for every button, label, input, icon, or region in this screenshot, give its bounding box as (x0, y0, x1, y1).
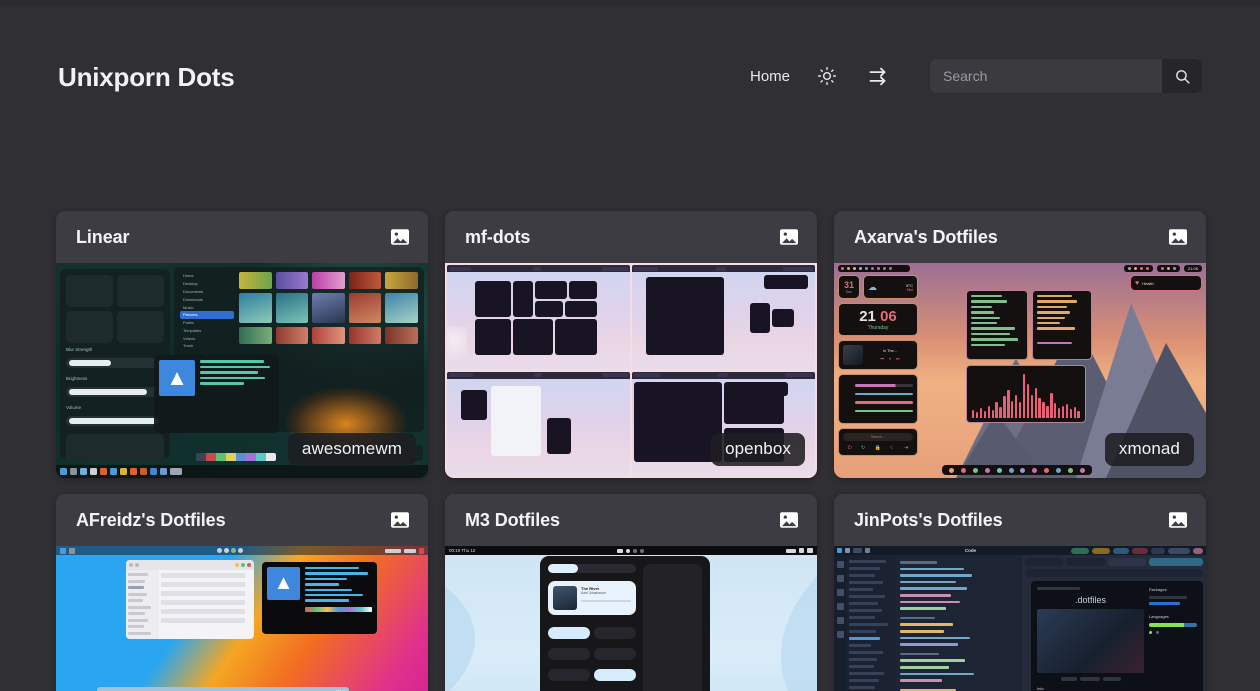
card-tag: xmonad (1104, 433, 1194, 466)
search-input[interactable] (930, 59, 1162, 93)
card-title: M3 Dotfiles (465, 509, 560, 530)
card-title: Linear (76, 226, 130, 247)
card-header: JinPots's Dotfiles (834, 494, 1206, 546)
image-icon[interactable] (390, 228, 410, 246)
sun-icon[interactable] (814, 63, 840, 89)
card-thumbnail[interactable]: ▲ 86° 3:33 (56, 546, 428, 691)
image-icon[interactable] (779, 511, 799, 529)
page-title: Unixporn Dots (58, 61, 235, 92)
card-thumbnail[interactable]: openbox (445, 263, 817, 478)
image-icon[interactable] (390, 511, 410, 529)
card-thumbnail[interactable]: 21:06 ♥ Health 31 Dec ☁ 8°C Mist 21 06 T… (834, 263, 1206, 478)
dotfile-card[interactable]: JinPots's Dotfiles Code .dotfiles Info P… (834, 494, 1206, 691)
image-icon[interactable] (779, 228, 799, 246)
card-title: Axarva's Dotfiles (854, 226, 998, 247)
card-title: AFreidz's Dotfiles (76, 509, 226, 530)
card-tag: awesomewm (287, 433, 416, 466)
card-thumbnail[interactable]: Code .dotfiles Info Packages Languages (834, 546, 1206, 691)
card-header: mf-dots (445, 211, 817, 263)
card-title: mf-dots (465, 226, 531, 247)
card-header: AFreidz's Dotfiles (56, 494, 428, 546)
card-header: Linear (56, 211, 428, 263)
card-thumbnail[interactable]: 00:19 Thu 12 The River Axel Johansson (445, 546, 817, 691)
site-header: Unixporn Dots Home (0, 6, 1260, 146)
dotfile-card[interactable]: mf-dots openbox (445, 211, 817, 478)
nav-home-link[interactable]: Home (750, 68, 790, 85)
image-icon[interactable] (1168, 228, 1188, 246)
dotfile-card[interactable]: Linear Blur Strength Brightness Volume H… (56, 211, 428, 478)
card-title: JinPots's Dotfiles (854, 509, 1003, 530)
card-header: Axarva's Dotfiles (834, 211, 1206, 263)
dotfile-card[interactable]: M3 Dotfiles 00:19 Thu 12 The River Axel … (445, 494, 817, 691)
dotfiles-grid: Linear Blur Strength Brightness Volume H… (56, 211, 1219, 691)
card-tag: openbox (711, 433, 805, 466)
search-bar[interactable] (930, 59, 1202, 93)
dotfile-card[interactable]: Axarva's Dotfiles 21:06 ♥ Health 31 Dec … (834, 211, 1206, 478)
shuffle-icon[interactable] (864, 63, 890, 89)
card-header: M3 Dotfiles (445, 494, 817, 546)
card-thumbnail[interactable]: Blur Strength Brightness Volume Home Desk… (56, 263, 428, 478)
image-icon[interactable] (1168, 511, 1188, 529)
dotfile-card[interactable]: AFreidz's Dotfiles ▲ (56, 494, 428, 691)
search-button[interactable] (1162, 59, 1202, 93)
main-nav: Home (750, 59, 1202, 93)
